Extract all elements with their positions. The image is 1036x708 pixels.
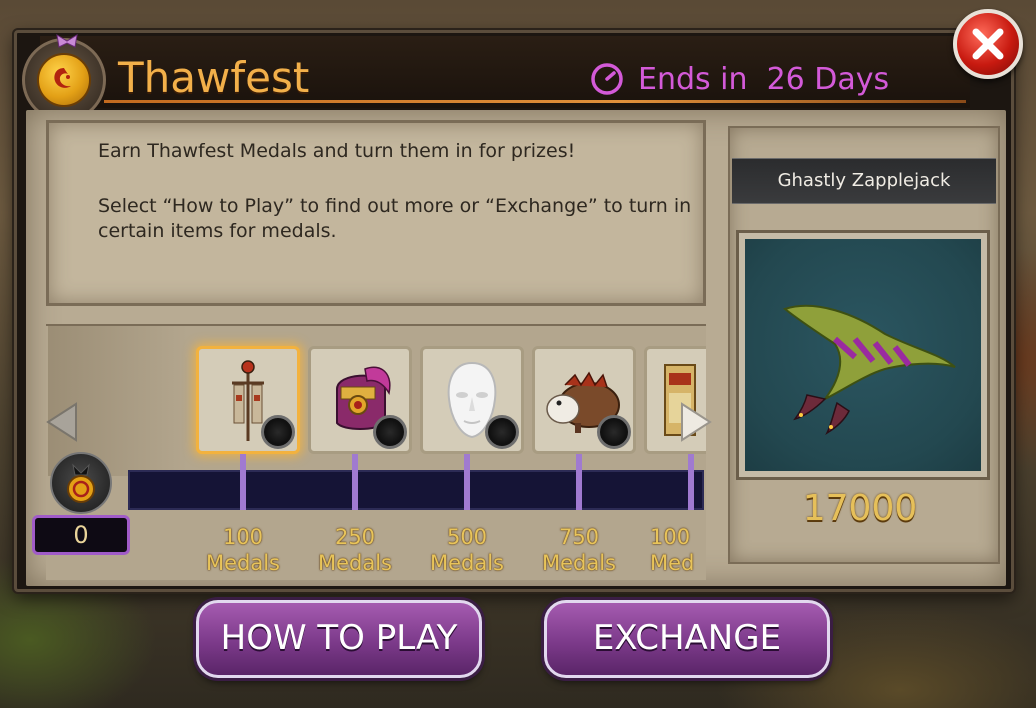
lock-icon <box>261 415 295 449</box>
event-timer: Ends in 26 Days <box>590 54 920 104</box>
lock-icon <box>373 415 407 449</box>
lock-icon <box>485 415 519 449</box>
medal-cost-unit: Medals <box>205 551 280 575</box>
progress-tick <box>352 454 358 510</box>
prize-slot-boar[interactable] <box>532 346 636 454</box>
close-icon <box>972 28 1004 60</box>
medal-count: 0 <box>32 515 130 555</box>
preview-name: Ghastly Zapplejack <box>732 158 996 204</box>
prize-slot-banner[interactable] <box>196 346 300 454</box>
medal-cost-value: 500 <box>446 525 488 549</box>
lock-icon <box>597 415 631 449</box>
progress-tick <box>576 454 582 510</box>
info-text-select: Select “How to Play” to find out more or… <box>98 195 692 242</box>
medal-coin-icon <box>37 53 91 107</box>
page-title: Thawfest <box>118 53 310 102</box>
medal-cost-unit: Medals <box>317 551 392 575</box>
scroll-right-arrow-icon[interactable] <box>676 400 716 444</box>
prize-slot-helmet[interactable] <box>308 346 412 454</box>
medal-cost-value: 100 <box>650 525 691 549</box>
medal-cost-label: 250 Medals <box>310 524 400 576</box>
preview-frame <box>736 230 990 480</box>
exchange-button[interactable]: EXCHANGE <box>544 600 830 678</box>
medal-cost-unit: Medals <box>541 551 616 575</box>
how-to-play-button[interactable]: HOW TO PLAY <box>196 600 482 678</box>
ends-label: Ends in 26 Days <box>638 61 890 97</box>
medal-cost-label: 100 Medals <box>198 524 288 576</box>
progress-tick <box>240 454 246 510</box>
medal-cost-value: 750 <box>558 525 600 549</box>
medal-cost-value: 100 <box>222 525 264 549</box>
medal-cost-label: 750 Medals <box>534 524 624 576</box>
medal-cost-unit: Med <box>650 551 695 575</box>
progress-tick <box>464 454 470 510</box>
timer-icon <box>591 63 623 95</box>
prize-price: 17000 <box>802 488 918 529</box>
medal-count-icon <box>50 452 112 514</box>
progress-tick <box>688 454 694 510</box>
dragon-preview-image <box>745 239 981 471</box>
scroll-left-arrow-icon[interactable] <box>42 400 82 444</box>
medal-cost-label: 100 Med <box>646 524 706 576</box>
ribbon-icon <box>56 34 78 48</box>
medal-cost-unit: Medals <box>429 551 504 575</box>
medal-cost-label: 500 Medals <box>422 524 512 576</box>
progress-track <box>128 470 704 510</box>
info-text-earn: Earn Thawfest Medals and turn them in fo… <box>98 140 576 162</box>
medal-cost-value: 250 <box>334 525 376 549</box>
prize-slot-mask[interactable] <box>420 346 524 454</box>
close-button[interactable] <box>953 9 1023 79</box>
